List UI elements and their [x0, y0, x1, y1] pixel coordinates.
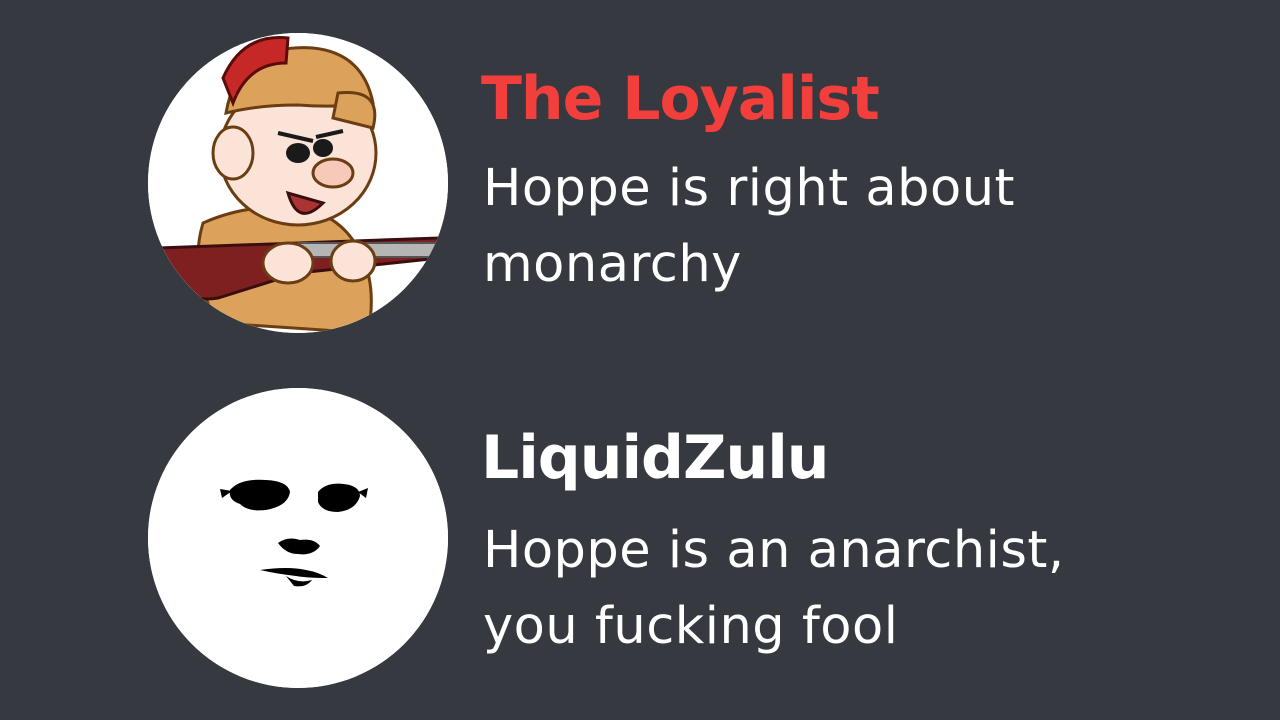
username[interactable]: The Loyalist — [481, 69, 880, 129]
message-text-line: Hoppe is an anarchist, — [483, 521, 1065, 580]
message-text-line: monarchy — [483, 235, 742, 294]
chat-view: The Loyalist Hoppe is right about monarc… — [0, 0, 1280, 720]
message-text-line: you fucking fool — [483, 597, 899, 656]
cartoon-hunter-icon — [148, 33, 448, 333]
chat-message: LiquidZulu Hoppe is an anarchist, you fu… — [148, 388, 1248, 688]
chat-message: The Loyalist Hoppe is right about monarc… — [148, 33, 1248, 333]
message-text: Hoppe is right about monarchy — [483, 151, 1183, 303]
avatar[interactable] — [148, 388, 448, 688]
avatar[interactable] — [148, 33, 448, 333]
username[interactable]: LiquidZulu — [481, 428, 829, 488]
message-text: Hoppe is an anarchist, you fucking fool — [483, 513, 1183, 665]
minimal-face-icon — [148, 388, 448, 688]
message-text-line: Hoppe is right about — [483, 159, 1016, 218]
